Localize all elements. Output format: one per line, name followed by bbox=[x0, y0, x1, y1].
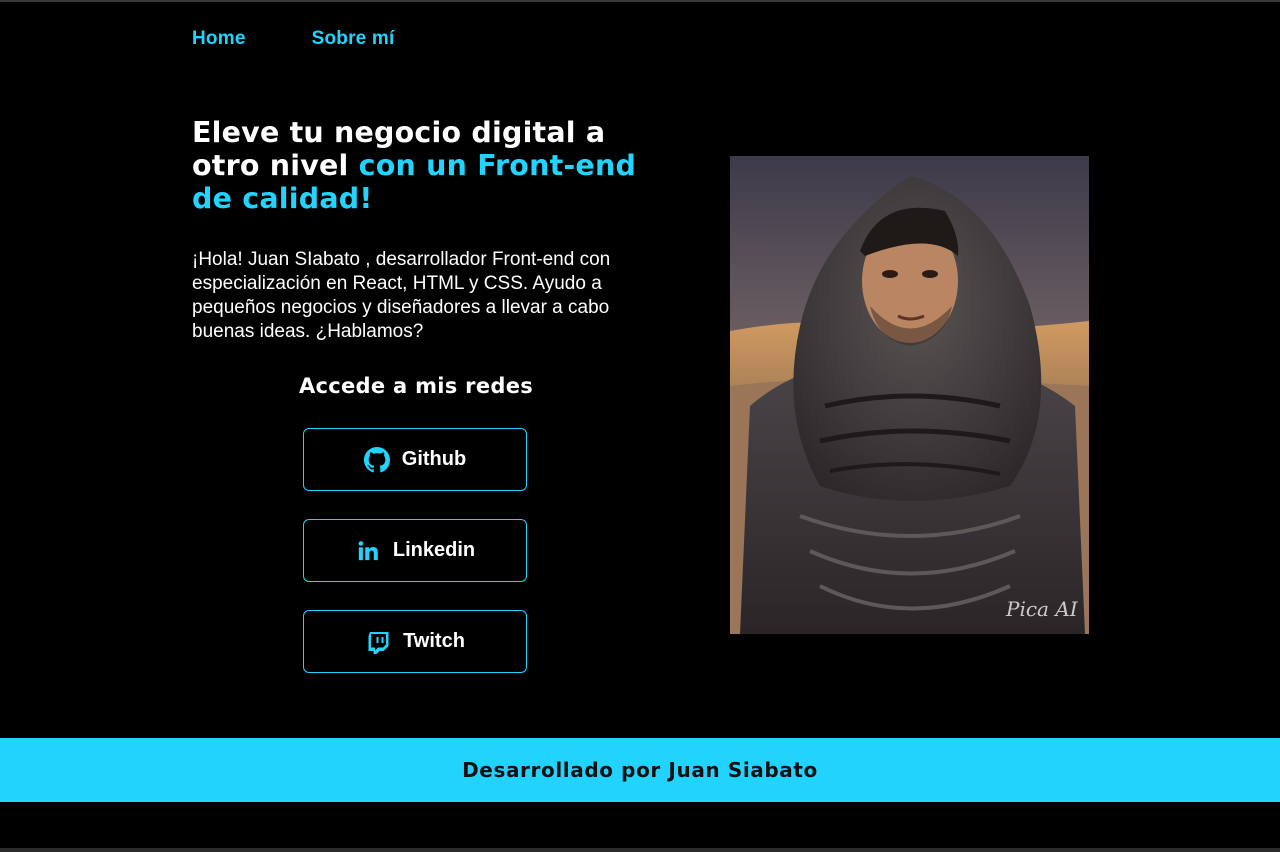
twitch-icon bbox=[365, 629, 391, 655]
github-button[interactable]: Github bbox=[303, 428, 527, 491]
twitch-label: Twitch bbox=[403, 630, 465, 652]
watermark-text: Pica AI bbox=[1005, 597, 1079, 621]
hero-intro: ¡Hola! Juan SIabato , desarrollador Fron… bbox=[192, 249, 611, 342]
footer-credit: Desarrollado por Juan Siabato bbox=[462, 758, 818, 782]
window-bottom-border bbox=[0, 848, 1280, 852]
twitch-button[interactable]: Twitch bbox=[303, 610, 527, 673]
main-nav: Home Sobre mí bbox=[192, 28, 395, 50]
linkedin-button[interactable]: Linkedin bbox=[303, 519, 527, 582]
footer: Desarrollado por Juan Siabato bbox=[0, 738, 1280, 802]
hero-headline: Eleve tu negocio digital a otro nivel co… bbox=[192, 116, 652, 215]
nav-about-link[interactable]: Sobre mí bbox=[312, 28, 395, 50]
nav-home-link[interactable]: Home bbox=[192, 28, 246, 50]
github-label: Github bbox=[401, 448, 467, 470]
github-icon bbox=[363, 446, 390, 473]
linkedin-icon bbox=[355, 538, 381, 564]
linkedin-label: Linkedin bbox=[392, 539, 476, 561]
window-top-border bbox=[0, 0, 1280, 2]
social-title: Accede a mis redes bbox=[298, 374, 534, 398]
profile-portrait: Pica AI bbox=[730, 156, 1089, 634]
